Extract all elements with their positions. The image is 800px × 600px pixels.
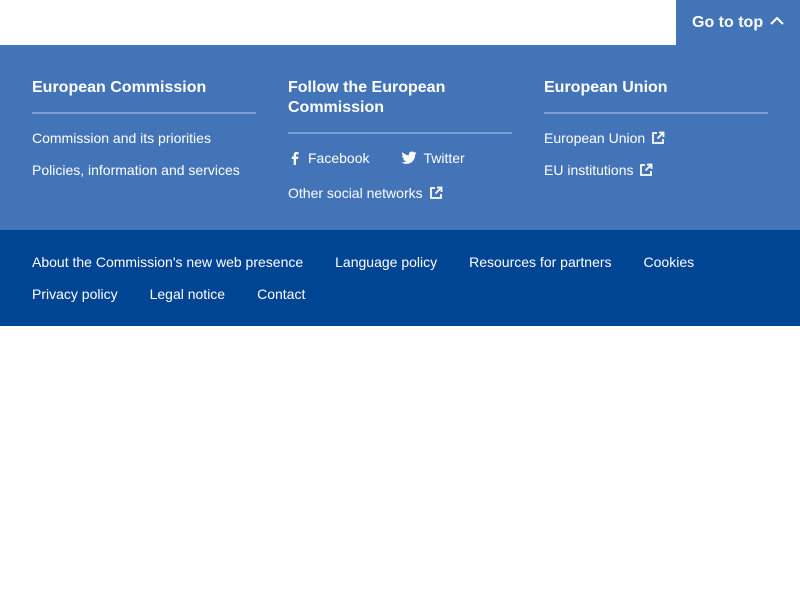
link-other-social-networks[interactable]: Other social networks	[288, 185, 512, 201]
footer-top: European Commission Commission and its p…	[0, 45, 800, 230]
footer-links-row-2: Privacy policy Legal notice Contact	[32, 286, 337, 302]
chevron-up-icon	[769, 13, 785, 29]
link-commission-priorities[interactable]: Commission and its priorities	[32, 130, 256, 146]
footer-column-follow: Follow the European Commission Facebook …	[288, 78, 512, 217]
link-contact[interactable]: Contact	[257, 286, 305, 302]
footer-column-commission: European Commission Commission and its p…	[32, 78, 256, 194]
external-link-icon	[639, 163, 653, 177]
footer-bottom: About the Commission's new web presence …	[0, 230, 800, 326]
go-to-top-button[interactable]: Go to top	[676, 0, 800, 45]
external-link-icon	[429, 186, 443, 200]
link-resources-for-partners[interactable]: Resources for partners	[469, 254, 611, 270]
footer-links-row-1: About the Commission's new web presence …	[32, 254, 726, 270]
twitter-label: Twitter	[423, 150, 465, 166]
twitter-link[interactable]: Twitter	[401, 150, 465, 166]
footer-column-eu: European Union European Union EU institu…	[544, 78, 768, 194]
link-policies-information[interactable]: Policies, information and services	[32, 162, 256, 178]
other-social-label: Other social networks	[288, 185, 423, 201]
external-link-icon	[651, 131, 665, 145]
link-legal-notice[interactable]: Legal notice	[150, 286, 226, 302]
eu-institutions-label: EU institutions	[544, 162, 634, 178]
link-eu-institutions[interactable]: EU institutions	[544, 162, 768, 178]
facebook-label: Facebook	[308, 150, 370, 166]
facebook-link[interactable]: Facebook	[288, 150, 369, 166]
link-language-policy[interactable]: Language policy	[335, 254, 437, 270]
column-title: European Commission	[32, 78, 256, 114]
twitter-icon	[401, 151, 417, 165]
go-to-top-label: Go to top	[692, 13, 764, 31]
link-privacy-policy[interactable]: Privacy policy	[32, 286, 118, 302]
link-european-union[interactable]: European Union	[544, 130, 768, 146]
facebook-icon	[288, 151, 302, 165]
european-union-label: European Union	[544, 130, 646, 146]
link-about-web-presence[interactable]: About the Commission's new web presence	[32, 254, 303, 270]
column-title: Follow the European Commission	[288, 78, 512, 134]
column-title: European Union	[544, 78, 768, 114]
top-bar: Go to top	[0, 0, 800, 45]
link-cookies[interactable]: Cookies	[644, 254, 695, 270]
